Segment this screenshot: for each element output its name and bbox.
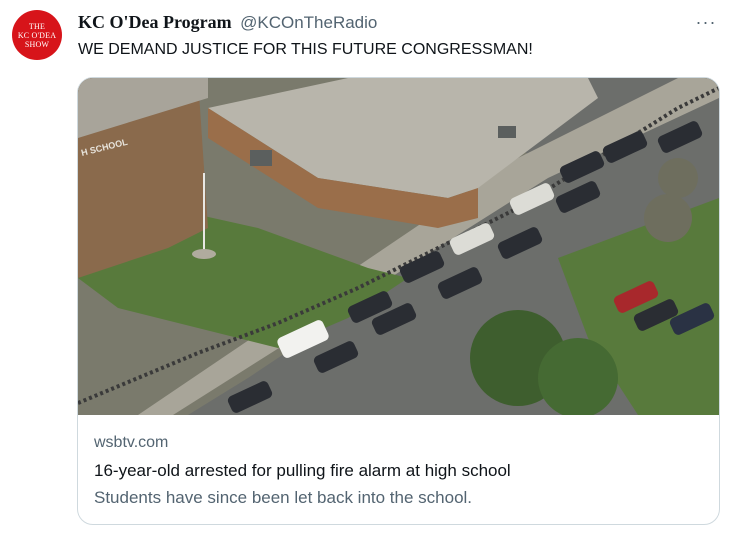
- card-title[interactable]: 16-year-old arrested for pulling fire al…: [94, 460, 703, 482]
- user-handle[interactable]: @KCOnTheRadio: [240, 13, 377, 32]
- card-domain: wsbtv.com: [94, 434, 169, 451]
- card-meta: wsbtv.com 16-year-old arrested for pulli…: [94, 433, 703, 509]
- link-preview-card[interactable]: H SCHOOL wsbtv.com 16-year-old arrested …: [77, 77, 720, 525]
- tweet-text: WE DEMAND JUSTICE FOR THIS FUTURE CONGRE…: [78, 41, 533, 58]
- avatar-line-1: THE: [28, 21, 46, 31]
- card-image[interactable]: H SCHOOL: [78, 78, 719, 418]
- avatar-line-2: KC O'DEA: [17, 30, 57, 40]
- display-name[interactable]: KC O'Dea Program: [78, 12, 232, 32]
- avatar[interactable]: THE KC O'DEA SHOW: [12, 10, 62, 60]
- more-icon: ···: [695, 11, 717, 32]
- tweet-header: KC O'Dea Program @KCOnTheRadio: [78, 12, 377, 34]
- avatar-line-3: SHOW: [24, 39, 50, 49]
- aerial-school-photo: H SCHOOL: [78, 78, 719, 418]
- card-description: Students have since been let back into t…: [94, 488, 473, 507]
- more-options-button[interactable]: ···: [692, 8, 720, 36]
